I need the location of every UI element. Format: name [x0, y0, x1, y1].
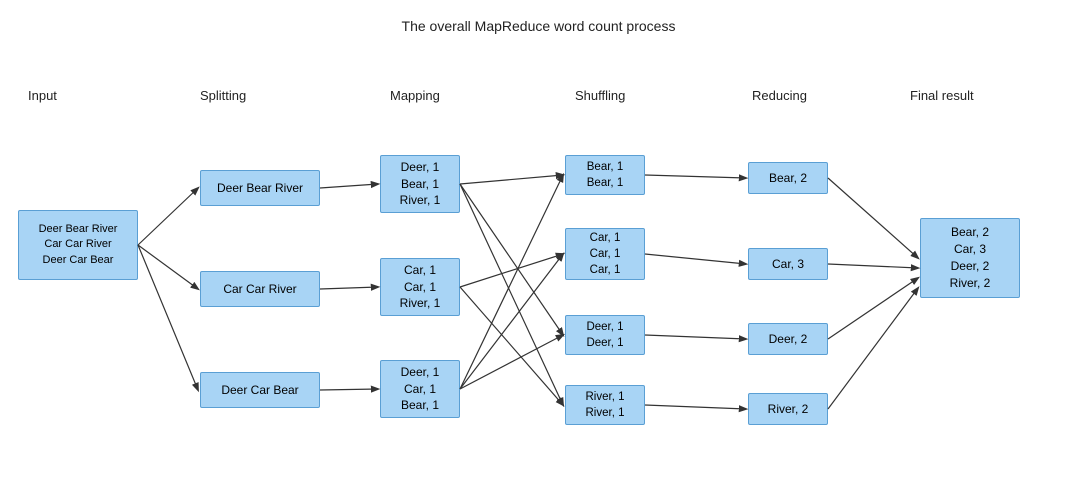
red4: River, 2 [748, 393, 828, 425]
input-box: Deer Bear River Car Car River Deer Car B… [18, 210, 138, 280]
label-shuffling: Shuffling [575, 88, 625, 103]
shuf4: River, 1 River, 1 [565, 385, 645, 425]
red2: Car, 3 [748, 248, 828, 280]
diagram-container: The overall MapReduce word count process… [0, 0, 1077, 500]
red3: Deer, 2 [748, 323, 828, 355]
red1: Bear, 2 [748, 162, 828, 194]
shuf2: Car, 1 Car, 1 Car, 1 [565, 228, 645, 280]
split3: Deer Car Bear [200, 372, 320, 408]
shuf1: Bear, 1 Bear, 1 [565, 155, 645, 195]
diagram-title: The overall MapReduce word count process [0, 0, 1077, 34]
arrows-svg [0, 0, 1077, 500]
map1: Deer, 1 Bear, 1 River, 1 [380, 155, 460, 213]
label-input: Input [28, 88, 57, 103]
label-splitting: Splitting [200, 88, 246, 103]
map2: Car, 1 Car, 1 River, 1 [380, 258, 460, 316]
shuf3: Deer, 1 Deer, 1 [565, 315, 645, 355]
label-final: Final result [910, 88, 974, 103]
label-reducing: Reducing [752, 88, 807, 103]
split1: Deer Bear River [200, 170, 320, 206]
final-box: Bear, 2 Car, 3 Deer, 2 River, 2 [920, 218, 1020, 298]
label-mapping: Mapping [390, 88, 440, 103]
split2: Car Car River [200, 271, 320, 307]
map3: Deer, 1 Car, 1 Bear, 1 [380, 360, 460, 418]
